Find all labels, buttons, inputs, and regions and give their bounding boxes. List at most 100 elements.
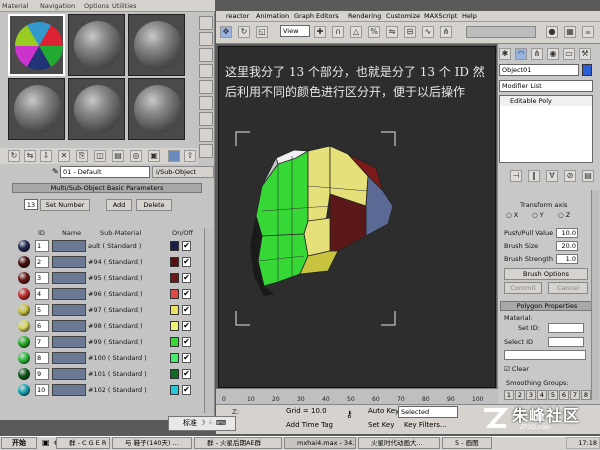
- material-count-field[interactable]: 13: [24, 199, 38, 210]
- sub-material-color-swatch[interactable]: [170, 385, 179, 395]
- menu-help[interactable]: Help: [462, 12, 477, 20]
- select-id-spinner[interactable]: [548, 337, 584, 347]
- material-editor-icon[interactable]: ●: [546, 26, 558, 38]
- menu-utilities[interactable]: Utilities: [112, 2, 136, 10]
- sub-material-name-field[interactable]: [52, 272, 86, 284]
- sub-material-button[interactable]: #96 ( Standard ): [88, 288, 168, 300]
- add-time-tag-button[interactable]: Add Time Tag: [286, 421, 333, 429]
- sub-material-button[interactable]: #94 ( Standard ): [88, 256, 168, 268]
- sub-material-name-field[interactable]: [52, 240, 86, 252]
- pin-stack-icon[interactable]: ⊣: [510, 170, 522, 182]
- menu-navigation[interactable]: Navigation: [40, 2, 75, 10]
- sub-material-on-checkbox[interactable]: ✔: [182, 385, 191, 395]
- background-icon[interactable]: [199, 48, 213, 62]
- menu-graph-editors[interactable]: Graph Editors: [294, 12, 339, 20]
- smoothing-group-button[interactable]: 4: [537, 390, 547, 400]
- reference-coordinate-dropdown[interactable]: View: [280, 25, 310, 37]
- push-pull-spinner[interactable]: 10.0: [556, 228, 578, 238]
- sub-material-color-swatch[interactable]: [170, 337, 179, 347]
- material-navigator-icon[interactable]: [199, 144, 213, 158]
- pivot-icon[interactable]: ✚: [314, 26, 326, 38]
- make-unique-icon[interactable]: ∀: [546, 170, 558, 182]
- sub-material-on-checkbox[interactable]: ✔: [182, 353, 191, 363]
- select-rotate-icon[interactable]: ↻: [238, 26, 250, 38]
- motion-tab-icon[interactable]: ◉: [547, 48, 559, 60]
- sub-material-color-swatch[interactable]: [170, 305, 179, 315]
- display-tab-icon[interactable]: ▭: [563, 48, 575, 60]
- object-name-field[interactable]: Object01: [499, 64, 579, 76]
- cancel-button[interactable]: Cancel: [548, 282, 588, 294]
- sub-material-button[interactable]: #102 ( Standard ): [88, 384, 168, 396]
- sub-material-name-field[interactable]: [52, 384, 86, 396]
- command-panel-scrollbar[interactable]: [591, 190, 599, 400]
- menu-reactor[interactable]: reactor: [226, 12, 249, 20]
- material-slot-4[interactable]: [8, 78, 65, 140]
- create-tab-icon[interactable]: ✱: [499, 48, 511, 60]
- reset-map-icon[interactable]: ✕: [58, 150, 70, 162]
- sub-material-button[interactable]: #98 ( Standard ): [88, 320, 168, 332]
- smoothing-group-button[interactable]: 5: [548, 390, 558, 400]
- taskbar-item-hxsd[interactable]: 火星时代动画大...: [358, 437, 440, 449]
- material-type-button[interactable]: i/Sub-Object: [152, 166, 214, 178]
- select-scale-icon[interactable]: ◱: [256, 26, 268, 38]
- utilities-tab-icon[interactable]: ⚒: [579, 48, 591, 60]
- menu-options[interactable]: Options: [84, 2, 109, 10]
- add-button[interactable]: Add: [106, 199, 132, 211]
- put-to-scene-icon[interactable]: ⇆: [24, 150, 36, 162]
- sub-material-color-swatch[interactable]: [170, 273, 179, 283]
- sub-material-on-checkbox[interactable]: ✔: [182, 241, 191, 251]
- object-color-swatch[interactable]: [582, 64, 592, 76]
- configure-sets-icon[interactable]: ▤: [582, 170, 594, 182]
- smoothing-group-button[interactable]: 6: [559, 390, 569, 400]
- sub-material-button[interactable]: ault ( Standard ): [88, 240, 168, 252]
- commit-button[interactable]: Commit: [504, 282, 542, 294]
- smoothing-group-button[interactable]: 7: [570, 390, 580, 400]
- select-by-material-icon[interactable]: [199, 128, 213, 142]
- modify-tab-icon[interactable]: ◠: [515, 48, 527, 60]
- sub-material-id-field[interactable]: 9: [35, 368, 49, 380]
- smoothing-group-button[interactable]: 1: [504, 390, 514, 400]
- sub-material-id-field[interactable]: 5: [35, 304, 49, 316]
- video-check-icon[interactable]: [199, 80, 213, 94]
- sample-type-icon[interactable]: [199, 16, 213, 30]
- menu-customize[interactable]: Customize: [386, 12, 420, 20]
- curve-editor-icon[interactable]: ∿: [422, 26, 434, 38]
- sub-material-id-field[interactable]: 10: [35, 384, 49, 396]
- make-preview-icon[interactable]: [199, 96, 213, 110]
- sub-material-button[interactable]: #99 ( Standard ): [88, 336, 168, 348]
- sub-material-button[interactable]: #101 ( Standard ): [88, 368, 168, 380]
- sub-material-on-checkbox[interactable]: ✔: [182, 321, 191, 331]
- sub-material-name-field[interactable]: [52, 288, 86, 300]
- menu-maxscript[interactable]: MAXScript: [424, 12, 457, 20]
- smoothing-group-button[interactable]: 8: [581, 390, 591, 400]
- eyedropper-icon[interactable]: ✎: [52, 166, 60, 178]
- align-icon[interactable]: ⊟: [404, 26, 416, 38]
- material-name-dropdown[interactable]: [504, 350, 586, 360]
- polygon-properties-rollout[interactable]: Polygon Properties: [500, 301, 594, 311]
- sub-material-color-swatch[interactable]: [170, 369, 179, 379]
- sub-material-on-checkbox[interactable]: ✔: [182, 305, 191, 315]
- hierarchy-tab-icon[interactable]: ⋔: [531, 48, 543, 60]
- smoothing-group-button[interactable]: 3: [526, 390, 536, 400]
- render-setup-icon[interactable]: ▦: [564, 26, 576, 38]
- sub-material-id-field[interactable]: 8: [35, 352, 49, 364]
- taskbar-item-qq-group-2[interactable]: 群 - 火星后期AE群: [194, 437, 282, 449]
- sub-material-on-checkbox[interactable]: ✔: [182, 369, 191, 379]
- options-icon[interactable]: [199, 112, 213, 126]
- axis-x-radio[interactable]: ○ X: [506, 210, 518, 220]
- key-selection-dropdown[interactable]: Selected: [398, 406, 458, 418]
- sub-material-on-checkbox[interactable]: ✔: [182, 257, 191, 267]
- sub-material-on-checkbox[interactable]: ✔: [182, 337, 191, 347]
- col-sub-material[interactable]: Sub-Material: [100, 229, 141, 237]
- sub-material-on-checkbox[interactable]: ✔: [182, 289, 191, 299]
- percent-snap-icon[interactable]: %: [368, 26, 380, 38]
- named-selection-field[interactable]: [466, 26, 536, 38]
- brush-strength-spinner[interactable]: 1.0: [556, 254, 578, 264]
- taskbar-item-chat[interactable]: 与 鞋子(140天) ...: [112, 437, 192, 449]
- brush-size-spinner[interactable]: 20.0: [556, 241, 578, 251]
- material-editor-scrollbar[interactable]: [204, 228, 214, 413]
- taskbar-item-paint[interactable]: 5 - 画图: [442, 437, 492, 449]
- sub-material-id-field[interactable]: 2: [35, 256, 49, 268]
- unique-icon[interactable]: ◫: [94, 150, 106, 162]
- assign-material-icon[interactable]: ⇩: [40, 150, 52, 162]
